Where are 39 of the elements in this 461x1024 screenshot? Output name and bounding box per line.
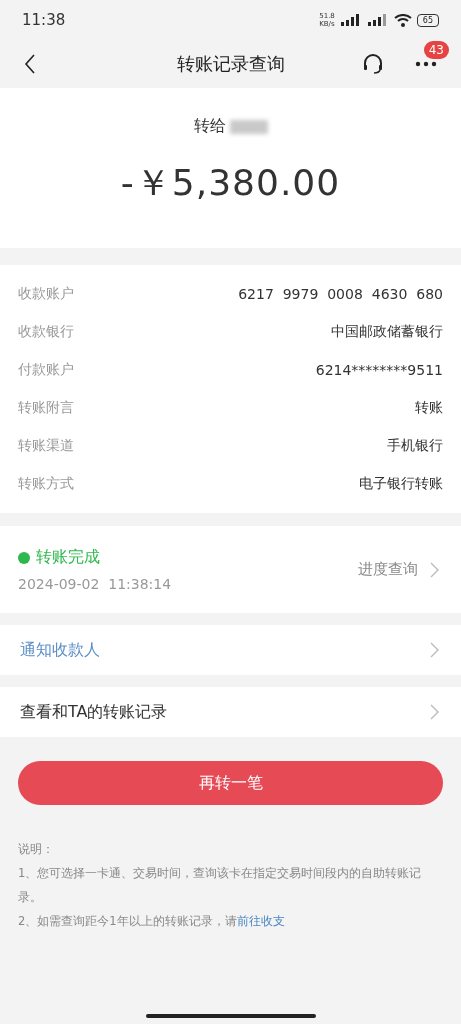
recipient-label: 转给 xyxy=(193,116,226,137)
redaction-blur xyxy=(229,119,268,134)
back-icon[interactable] xyxy=(24,54,36,74)
detail-label: 付款账户 xyxy=(18,361,74,379)
go-to-records-link[interactable]: 前往收支 xyxy=(236,914,285,928)
link-label: 查看和TA的转账记录 xyxy=(20,701,168,723)
signal-icon xyxy=(366,14,389,26)
page-title: 转账记录查询 xyxy=(176,52,285,76)
link-label: 通知收款人 xyxy=(20,639,100,661)
progress-query-link[interactable]: 进度查询 xyxy=(358,560,418,579)
link-row[interactable]: 查看和TA的转账记录 xyxy=(0,687,461,737)
link-row[interactable]: 通知收款人 xyxy=(0,625,461,675)
detail-label: 转账渠道 xyxy=(18,437,74,455)
detail-label: 转账方式 xyxy=(18,475,74,493)
notes-title: 说明： xyxy=(18,841,55,858)
amount: -￥5,380.00 xyxy=(120,161,341,205)
note-text: 1、您可选择一卡通、交易时间，查询该卡在指定交易时间段内的自助转账记录。 xyxy=(18,865,423,906)
signal-icon xyxy=(339,14,362,26)
detail-label: 收款银行 xyxy=(18,323,74,341)
notification-badge: 43 xyxy=(423,41,449,59)
headset-icon[interactable] xyxy=(361,52,385,76)
chevron-icon xyxy=(430,642,439,658)
note-text: 2、如需查询距今1年以上的转账记录，请前往收支 xyxy=(18,913,286,930)
detail-value: 电子银行转账 xyxy=(359,475,443,493)
completion-time-text: 2024-09-02 11:38:14 xyxy=(18,576,172,592)
status-label: 转账完成 xyxy=(36,547,100,568)
transfer-again-button[interactable]: 再转一笔 xyxy=(18,761,443,805)
detail-value: 中国邮政储蓄银行 xyxy=(331,323,443,341)
detail-value: 转账 xyxy=(415,399,443,417)
detail-label: 收款账户 xyxy=(18,285,74,303)
detail-value: 6217 9979 0008 4630 680 xyxy=(238,286,443,302)
battery-icon: 65 xyxy=(416,13,439,27)
detail-value: 手机银行 xyxy=(387,437,443,455)
detail-label: 转账附言 xyxy=(18,399,74,417)
status-time: 11:38 xyxy=(22,11,66,29)
more-icon[interactable] xyxy=(415,61,437,67)
chevron-icon xyxy=(430,704,439,720)
wifi-icon xyxy=(393,13,412,27)
detail-value: 6214********9511 xyxy=(315,362,443,378)
